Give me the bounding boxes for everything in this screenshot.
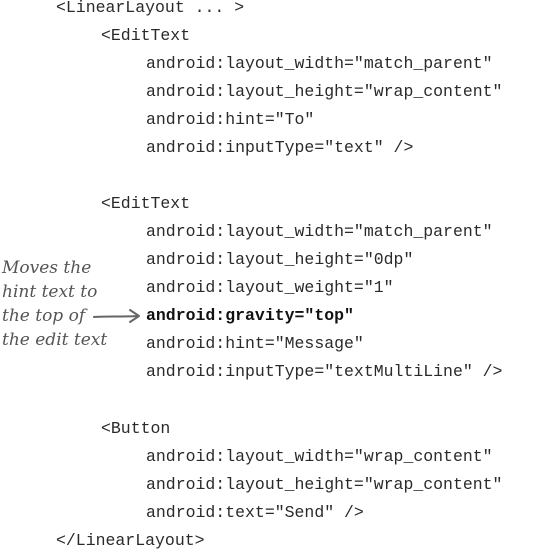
code-line: android:inputType="text" /> bbox=[146, 138, 414, 157]
code-line: android:layout_height="0dp" bbox=[146, 250, 414, 269]
code-line: android:inputType="textMultiLine" /> bbox=[146, 362, 503, 381]
annotation-line: hint text to bbox=[2, 282, 98, 302]
code-line: </LinearLayout> bbox=[56, 531, 205, 550]
code-line: android:hint="To" bbox=[146, 110, 315, 129]
annotation-arrow-icon bbox=[93, 309, 140, 323]
annotation-line: Moves the bbox=[2, 258, 92, 278]
code-line: android:layout_width="wrap_content" bbox=[146, 447, 493, 466]
code-line: android:layout_height="wrap_content" bbox=[146, 475, 503, 494]
code-line: android:layout_width="match_parent" bbox=[146, 54, 493, 73]
code-line: android:text="Send" /> bbox=[146, 503, 364, 522]
code-line: android:layout_width="match_parent" bbox=[146, 222, 493, 241]
code-line: <EditText bbox=[101, 26, 191, 45]
code-line: android:hint="Message" bbox=[146, 334, 364, 353]
code-line: android:layout_height="wrap_content" bbox=[146, 82, 503, 101]
code-line: android:layout_weight="1" bbox=[146, 278, 394, 297]
code-line-highlighted: android:gravity="top" bbox=[146, 306, 354, 325]
code-line: <Button bbox=[101, 419, 171, 438]
code-line: <EditText bbox=[101, 194, 191, 213]
handwritten-annotation: Moves the hint text to the top of the ed… bbox=[2, 256, 122, 352]
code-line: <LinearLayout ... > bbox=[56, 0, 245, 17]
annotation-line: the edit text bbox=[2, 330, 108, 350]
